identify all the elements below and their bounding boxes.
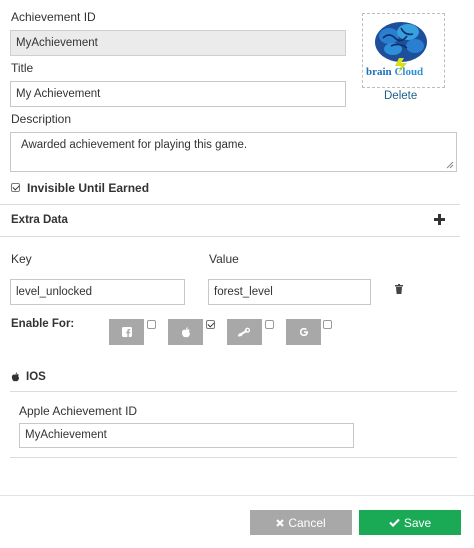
- key-label: Key: [11, 252, 32, 266]
- title-label: Title: [11, 61, 34, 75]
- invisible-until-earned-checkbox[interactable]: [11, 183, 20, 192]
- apple-icon: [11, 372, 20, 382]
- achievement-image-box[interactable]: brain Cloud: [362, 13, 445, 88]
- trash-icon[interactable]: [395, 284, 403, 294]
- cancel-button[interactable]: Cancel: [250, 510, 352, 535]
- add-extra-data-icon[interactable]: [434, 214, 445, 225]
- facebook-icon: [121, 327, 132, 337]
- achievement-id-field: MyAchievement: [10, 30, 346, 56]
- resize-grip-icon[interactable]: [446, 161, 454, 169]
- platform-google-checkbox[interactable]: [323, 320, 332, 329]
- platform-apple-button[interactable]: [168, 319, 203, 345]
- brand-left: brain: [366, 66, 392, 78]
- extra-data-value-field[interactable]: forest_level: [208, 279, 371, 305]
- description-label: Description: [11, 112, 72, 126]
- divider: [0, 236, 460, 237]
- platform-facebook-checkbox[interactable]: [147, 320, 156, 329]
- divider: [10, 457, 457, 458]
- platform-facebook-button[interactable]: [109, 319, 144, 345]
- invisible-until-earned-label: Invisible Until Earned: [27, 181, 150, 195]
- divider: [10, 391, 457, 392]
- footer-divider: [0, 495, 474, 496]
- delete-image-link[interactable]: Delete: [384, 90, 417, 102]
- cancel-label: Cancel: [288, 515, 326, 530]
- description-text: Awarded achievement for playing this gam…: [21, 139, 248, 151]
- title-field[interactable]: My Achievement: [10, 81, 346, 107]
- extra-data-key-field[interactable]: level_unlocked: [10, 279, 185, 305]
- close-icon: [276, 518, 285, 527]
- achievement-id-label: Achievement ID: [11, 10, 96, 24]
- brand-wordmark: brain Cloud: [366, 66, 423, 78]
- platform-steam-button[interactable]: [227, 319, 262, 345]
- enable-for-label: Enable For:: [11, 318, 75, 330]
- value-label: Value: [209, 252, 239, 266]
- apple-icon: [181, 326, 190, 337]
- google-icon: [299, 327, 308, 337]
- platform-apple-checkbox[interactable]: [206, 320, 215, 329]
- platform-steam-checkbox[interactable]: [265, 320, 274, 329]
- save-button[interactable]: Save: [359, 510, 461, 535]
- description-textarea[interactable]: Awarded achievement for playing this gam…: [10, 132, 457, 172]
- steam-icon: [238, 327, 251, 337]
- checkmark-icon: [389, 518, 400, 527]
- save-label: Save: [403, 515, 432, 530]
- divider: [0, 204, 460, 205]
- platform-google-button[interactable]: [286, 319, 321, 345]
- apple-achievement-id-field[interactable]: MyAchievement: [19, 423, 354, 448]
- brand-right: Cloud: [394, 66, 424, 78]
- ios-heading: IOS: [26, 371, 46, 383]
- apple-achievement-id-label: Apple Achievement ID: [19, 404, 138, 418]
- extra-data-heading: Extra Data: [11, 214, 68, 226]
